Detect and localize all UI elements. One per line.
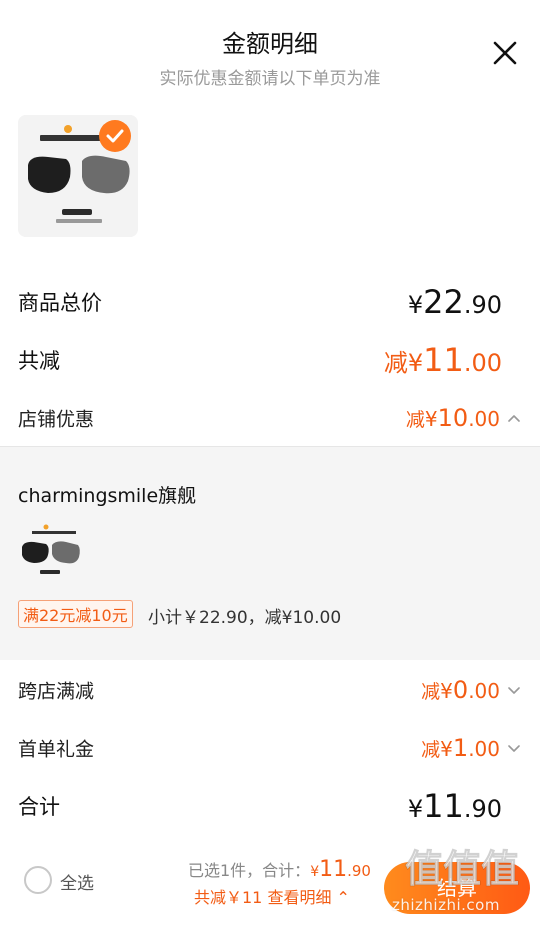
checkmark-icon [106, 129, 124, 143]
total-amount: ¥11.90 [407, 787, 502, 825]
page-subtitle: 实际优惠金额请以下单页为准 [159, 69, 381, 89]
total-row: 合计 ¥11.90 [0, 786, 540, 826]
promo-tag: 满22元减10元 [18, 600, 133, 628]
select-all-radio[interactable] [24, 866, 52, 894]
view-detail-link[interactable]: 共减￥11 查看明细 ⌃ [194, 884, 350, 908]
store-discount-row[interactable]: 店铺优惠 减¥10.00 [0, 398, 540, 438]
chevron-down-icon[interactable] [506, 682, 522, 698]
goods-total-label: 商品总价 [18, 291, 102, 315]
modal-header: 金额明细 实际优惠金额请以下单页为准 [0, 0, 540, 100]
selected-check[interactable] [99, 120, 131, 152]
goods-total-row: 商品总价 ¥22.90 [0, 282, 540, 322]
select-all-label[interactable]: 全选 [60, 869, 94, 894]
store-product-thumbnail[interactable] [18, 517, 84, 583]
close-button[interactable] [490, 38, 520, 68]
selected-summary: 已选1件，合计：¥11.90 [188, 857, 371, 882]
chevron-up-icon[interactable] [506, 410, 522, 426]
watermark-url: zhizhizhi.com [392, 896, 500, 914]
store-subtotal: 小计￥22.90，减¥10.00 [148, 608, 342, 628]
close-icon [493, 41, 517, 65]
store-discount-amount: 减¥10.00 [405, 404, 500, 432]
cross-store-row[interactable]: 跨店满减 减¥0.00 [0, 670, 540, 710]
svg-text:值值值: 值值值 [405, 847, 519, 890]
total-reduce-label: 共减 [18, 349, 60, 373]
total-label: 合计 [18, 795, 60, 819]
first-order-row[interactable]: 首单礼金 减¥1.00 [0, 728, 540, 768]
goods-total-amount: ¥22.90 [407, 283, 502, 321]
total-reduce-amount: 减¥11.00 [383, 341, 502, 379]
store-discount-label: 店铺优惠 [18, 408, 95, 431]
cross-store-label: 跨店满减 [18, 680, 95, 703]
mask-product-image [18, 517, 84, 583]
first-order-amount: 减¥1.00 [421, 734, 500, 762]
first-order-label: 首单礼金 [18, 738, 95, 761]
selected-total: ¥11.90 [310, 857, 371, 882]
total-reduce-row: 共减 减¥11.00 [0, 340, 540, 380]
watermark-logo: 值值值 [404, 847, 519, 891]
cross-store-amount: 减¥0.00 [421, 676, 500, 704]
chevron-down-icon[interactable] [506, 740, 522, 756]
store-discount-detail: charmingsmile旗舰 满22元减10元 小计￥22.90，减¥10.0… [0, 446, 540, 660]
page-title: 金额明细 [222, 30, 318, 58]
store-name: charmingsmile旗舰 [18, 485, 197, 507]
